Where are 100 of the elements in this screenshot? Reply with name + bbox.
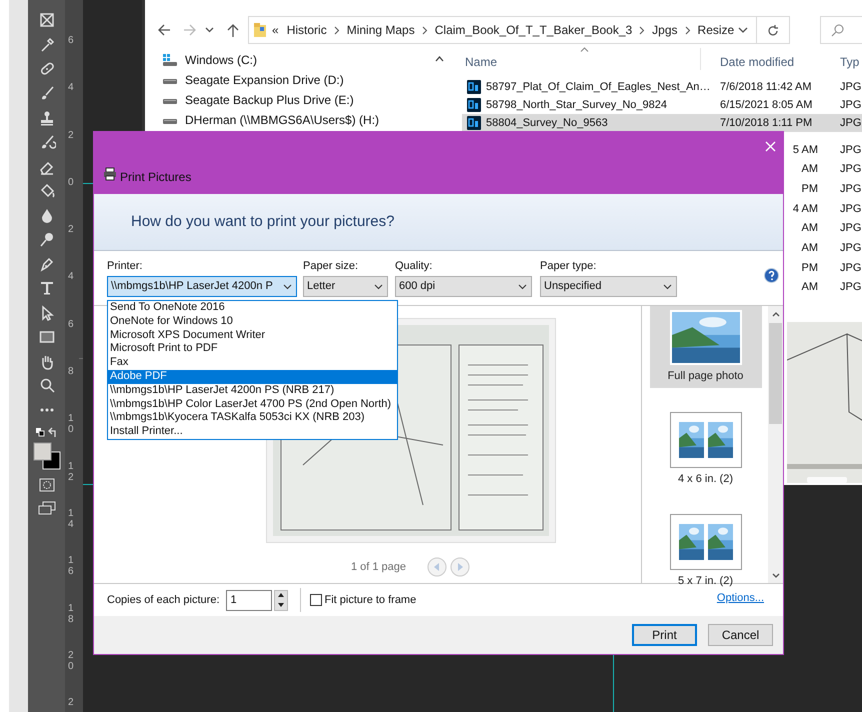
- ruler-number: 0: [67, 176, 75, 188]
- nav-item[interactable]: DHerman (\\MBMGS6A\Users$) (H:): [162, 110, 432, 130]
- layout-option[interactable]: 5 x 7 in. (2): [650, 510, 762, 592]
- printer-option[interactable]: Install Printer...: [108, 425, 397, 439]
- ruler-number: 4: [67, 271, 75, 282]
- dodge-icon[interactable]: [38, 230, 56, 249]
- spin-buttons[interactable]: [274, 590, 288, 610]
- system-drive-icon: [162, 53, 178, 67]
- file-row[interactable]: 58797_Plat_Of_Claim_Of_Eagles_Nest_An… 7/6/2018 11:42 AM JPG: [462, 78, 862, 96]
- ruler-number: 6: [67, 318, 75, 330]
- dropdown[interactable]: Unspecified: [540, 276, 677, 297]
- file-type: JPG: [840, 241, 862, 256]
- up-arrow-icon[interactable]: [226, 23, 240, 38]
- file-date: PM: [800, 260, 818, 276]
- file-date: AM: [800, 162, 818, 178]
- breadcrumb[interactable]: Historic: [286, 21, 327, 39]
- scroll-up-icon[interactable]: [772, 311, 780, 317]
- chevron-icon[interactable]: [334, 26, 340, 34]
- chevron-down-icon: [663, 284, 672, 290]
- layout-label: 4 x 6 in. (2): [678, 472, 734, 486]
- file-type: JPG: [840, 80, 862, 95]
- layout-option[interactable]: Full page photo: [650, 306, 762, 388]
- nav-item[interactable]: Seagate Backup Plus Drive (E:): [162, 90, 432, 110]
- scroll-down-icon[interactable]: [772, 573, 780, 579]
- back-arrow-icon[interactable]: [157, 23, 171, 37]
- dialog-heading: How do you want to print your pictures?: [131, 212, 394, 232]
- column-header[interactable]: Name: [465, 53, 498, 71]
- address-bar[interactable]: « Historic Mining Maps Claim_Book_Of_T_T_Baker_Book_3 Jpgs Resize: [248, 16, 790, 44]
- printer-option[interactable]: \\mbmgs1b\HP Color LaserJet 4700 PS (2nd Open North): [108, 398, 397, 412]
- search-icon: [831, 24, 844, 36]
- chevron-down-icon: [283, 284, 292, 290]
- file-row[interactable]: 58804_Survey_No_9563 7/10/2018 1:11 PM JPG: [462, 114, 862, 132]
- nav-item[interactable]: Seagate Expansion Drive (D:): [162, 70, 432, 90]
- mask-icon[interactable]: [38, 478, 54, 492]
- swap-colors-icon[interactable]: [34, 426, 58, 439]
- chevron-icon[interactable]: [639, 26, 646, 34]
- printer-option[interactable]: Microsoft XPS Document Writer: [108, 328, 397, 342]
- breadcrumb[interactable]: Mining Maps: [346, 21, 415, 39]
- column-header[interactable]: Typ: [840, 53, 860, 71]
- scroll-up-icon[interactable]: [435, 55, 444, 62]
- dropdown[interactable]: 600 dpi: [395, 276, 532, 297]
- dropdown[interactable]: Letter: [303, 276, 388, 297]
- ruler-number: 16: [67, 555, 75, 578]
- ruler-number: 10: [67, 413, 75, 436]
- scroll-thumb[interactable]: [769, 323, 782, 424]
- search-field[interactable]: [820, 16, 862, 44]
- overflow-chevron[interactable]: «: [272, 21, 279, 39]
- ruler-number: 12: [67, 460, 75, 483]
- chevron-icon[interactable]: [422, 26, 428, 34]
- layout-label: Full page photo: [668, 369, 744, 384]
- scrollbar[interactable]: [768, 306, 783, 583]
- file-date: AM: [800, 221, 818, 236]
- close-icon[interactable]: [765, 141, 776, 152]
- file-date: AM: [800, 280, 818, 296]
- dialog-button[interactable]: Cancel: [708, 624, 773, 646]
- printer-option[interactable]: Fax: [108, 356, 397, 370]
- file-date: 7/6/2018 11:42 AM: [720, 80, 813, 95]
- field-label: Paper size:: [303, 259, 360, 274]
- chevron-down-icon[interactable]: [738, 26, 748, 34]
- ruler-number: 2: [67, 130, 75, 141]
- landscape-thumbnail: [670, 310, 742, 365]
- column-header[interactable]: Date modified: [720, 53, 794, 71]
- file-row[interactable]: 58798_North_Star_Survey_No_9824 6/15/2021 8:05 AM JPG: [462, 96, 862, 114]
- screen-mode-icon[interactable]: [38, 500, 56, 515]
- sort-caret-icon[interactable]: [580, 47, 589, 52]
- options-link[interactable]: Options...: [716, 590, 764, 606]
- breadcrumb[interactable]: Claim_Book_Of_T_T_Baker_Book_3: [434, 21, 632, 39]
- file-type: JPG: [840, 142, 862, 158]
- breadcrumb[interactable]: Jpgs: [652, 21, 678, 39]
- field-label: Quality:: [395, 259, 434, 274]
- copies-field[interactable]: 1: [226, 590, 272, 610]
- frame-icon[interactable]: [38, 11, 56, 30]
- dropdown[interactable]: \\mbmgs1b\HP LaserJet 4200n P: [107, 276, 297, 297]
- printer-option[interactable]: Adobe PDF: [108, 370, 397, 384]
- breadcrumb[interactable]: Resize: [698, 21, 734, 39]
- printer-option[interactable]: \\mbmgs1b\Kyocera TASKalfa 5053ci KX (NRB 203): [108, 411, 397, 426]
- chevron-down-icon: [518, 284, 527, 290]
- nav-item[interactable]: Windows (C:): [162, 50, 432, 70]
- layout-label: 5 x 7 in. (2): [678, 574, 734, 589]
- printer-option[interactable]: Send To OneNote 2016: [108, 301, 397, 315]
- chevron-down-icon: [374, 284, 383, 290]
- checkbox-label[interactable]: Fit picture to frame: [324, 592, 416, 608]
- layout-option[interactable]: 4 x 6 in. (2): [650, 408, 762, 490]
- caret-icon[interactable]: [205, 26, 214, 34]
- dialog-button[interactable]: Print: [632, 624, 697, 646]
- chevron-icon[interactable]: [684, 26, 691, 34]
- printer-option[interactable]: OneNote for Windows 10: [108, 314, 397, 329]
- help-icon[interactable]: [764, 268, 779, 283]
- printer-option[interactable]: Microsoft Print to PDF: [108, 342, 397, 356]
- file-type: JPG: [840, 182, 862, 197]
- ruler-number: 2: [67, 697, 75, 708]
- file-type: JPG: [840, 280, 862, 296]
- photoshop-file-icon: [467, 80, 481, 94]
- two-photo-thumbnail: [670, 514, 742, 570]
- file-type: JPG: [840, 260, 862, 276]
- refresh-icon[interactable]: [767, 24, 779, 36]
- printer-option[interactable]: \\mbmgs1b\HP LaserJet 4200n PS (NRB 217): [108, 384, 397, 398]
- color-swatches-icon[interactable]: [32, 442, 60, 470]
- fit-checkbox[interactable]: [310, 594, 322, 606]
- ruler-number: 4: [67, 82, 75, 94]
